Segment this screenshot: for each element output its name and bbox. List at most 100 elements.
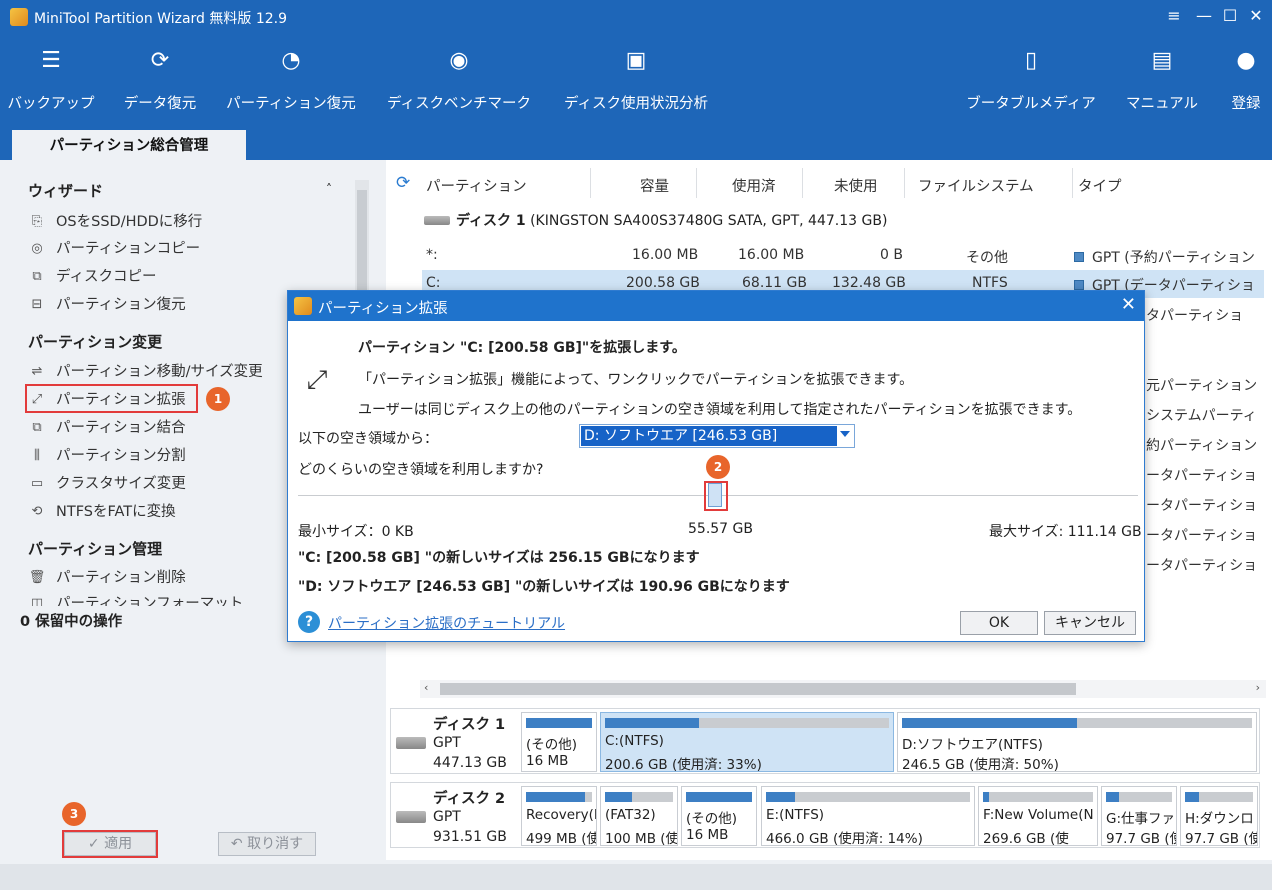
app-window: MiniTool Partition Wizard 無料版 12.9 ≡ — ☐…: [0, 0, 1272, 890]
minimize-icon[interactable]: —: [1192, 5, 1216, 27]
step-badge-1: 1: [206, 387, 230, 411]
data-recovery-icon: ⟳: [150, 48, 170, 73]
cancel-button[interactable]: キャンセル: [1044, 611, 1136, 635]
toolbar-partition-recovery[interactable]: ◔ パーティション復元: [218, 34, 364, 130]
horizontal-scrollbar[interactable]: ‹ ›: [420, 680, 1266, 698]
row-type-partial: ータパーティショ: [1146, 498, 1258, 514]
dropdown-arrow-icon: [840, 431, 850, 437]
col-header-type[interactable]: タイプ: [1078, 175, 1122, 196]
scroll-right-icon[interactable]: ›: [1256, 681, 1260, 694]
dialog-logo-icon: [294, 297, 312, 315]
col-header-used[interactable]: 使用済: [732, 175, 776, 196]
extend-partition-dialog: パーティション拡張 ✕ ⤢ パーティション "C: [200.58 GB]"を拡…: [287, 290, 1145, 642]
sidebar-item-ntfs-to-fat[interactable]: ⟲ NTFSをFATに変換: [28, 500, 176, 524]
dialog-title-bar: パーティション拡張 ✕: [288, 291, 1144, 321]
usage-fill: [902, 718, 1077, 728]
toolbar-bootable-media[interactable]: ▯ ブータブルメディア: [958, 34, 1104, 130]
sidebar-item-format-partition[interactable]: ◫ パーティションフォーマット: [28, 592, 243, 606]
usage-fill: [1185, 792, 1199, 802]
ok-button[interactable]: OK: [960, 611, 1038, 635]
section-wizard-title: ウィザード: [28, 182, 104, 200]
sidebar-item-move-resize[interactable]: ⇌ パーティション移動/サイズ変更: [28, 360, 263, 384]
highlight-box-extend: [25, 384, 198, 413]
min-size-label: 最小サイズ：0 KB: [298, 524, 414, 540]
dialog-heading: パーティション "C: [200.58 GB]"を拡張します。: [358, 340, 686, 356]
sidebar-item-partition-copy[interactable]: ◎ パーティションコピー: [28, 237, 200, 261]
partition-copy-icon: ◎: [31, 241, 43, 256]
partition-block[interactable]: H:ダウンロ 97.7 GB (使: [1180, 786, 1258, 846]
horizontal-scroll-thumb[interactable]: [440, 683, 1076, 695]
row-type-partial: ータパーティショ: [1146, 528, 1258, 544]
toolbar-disk-usage[interactable]: ▣ ディスク使用状況分析: [554, 34, 718, 130]
partition-block[interactable]: (その他) 16 MB: [521, 712, 597, 772]
toolbar-data-recovery[interactable]: ⟳ データ復元: [114, 34, 206, 130]
usage-fill: [686, 792, 752, 802]
col-header-unused[interactable]: 未使用: [834, 175, 878, 196]
sidebar-item-merge-partition[interactable]: ⧉ パーティション結合: [28, 416, 185, 440]
tutorial-link[interactable]: パーティション拡張のチュートリアル: [328, 613, 565, 633]
partition-block[interactable]: (FAT32) 100 MB (使: [600, 786, 678, 846]
partition-block[interactable]: (その他) 16 MB: [681, 786, 757, 846]
disk1-row[interactable]: ディスク 1 (KINGSTON SA400S37480G SATA, GPT,…: [424, 210, 887, 230]
sidebar-item-cluster-size[interactable]: ▭ クラスタサイズ変更: [28, 472, 186, 496]
dialog-desc-2: ユーザーは同じディスク上の他のパーティションの空き領域を利用して指定されたパーテ…: [358, 402, 1082, 418]
table-row[interactable]: *: 16.00 MB 16.00 MB 0 B その他 GPT (予約パーティ…: [422, 242, 1264, 270]
toolbar-disk-benchmark[interactable]: ◉ ディスクベンチマーク: [378, 34, 540, 130]
dialog-close-icon[interactable]: ✕: [1121, 294, 1136, 315]
toolbar-backup[interactable]: ☰ バックアップ: [0, 34, 102, 130]
close-icon[interactable]: ✕: [1244, 5, 1268, 27]
help-icon[interactable]: ?: [298, 611, 320, 633]
refresh-icon[interactable]: ⟳: [396, 173, 410, 193]
row-type-partial: 約パーティション: [1146, 438, 1258, 454]
sidebar-item-split-partition[interactable]: ⫼ パーティション分割: [28, 444, 186, 468]
sidebar-item-migrate-os[interactable]: ⎘ OSをSSD/HDDに移行: [28, 210, 203, 234]
register-icon: ●: [1236, 48, 1256, 73]
usage-fill: [983, 792, 989, 802]
partition-recovery-icon: ◔: [281, 48, 301, 73]
col-header-filesystem[interactable]: ファイルシステム: [918, 175, 1034, 196]
disk-map-disk2[interactable]: ディスク 2 GPT 931.51 GB Recovery(N 499 MB (使…: [390, 782, 1260, 848]
extend-icon: ⤢: [306, 365, 328, 395]
tab-partition-management[interactable]: パーティション総合管理: [12, 130, 246, 160]
col-header-partition[interactable]: パーティション: [426, 175, 527, 196]
partition-type-icon: [1074, 252, 1084, 262]
sidebar-item-delete-partition[interactable]: 🗑 パーティション削除: [28, 566, 186, 590]
d-new-size-text: "D: ソフトウエア [246.53 GB] "の新しいサイズは 190.96 …: [298, 579, 790, 595]
bootable-media-icon: ▯: [1024, 48, 1038, 73]
col-header-capacity[interactable]: 容量: [640, 175, 669, 196]
pending-operations: 0 保留中の操作: [20, 614, 123, 630]
scroll-left-icon[interactable]: ‹: [424, 681, 428, 694]
manual-icon: ▤: [1151, 48, 1173, 73]
partition-block-selected[interactable]: C:(NTFS) 200.6 GB (使用済: 33%): [600, 712, 894, 772]
toolbar-register[interactable]: ● 登録: [1220, 34, 1272, 130]
undo-button[interactable]: ↶ 取り消す: [218, 832, 316, 856]
disk-benchmark-icon: ◉: [449, 48, 469, 73]
toolbar-manual[interactable]: ▤ マニュアル: [1118, 34, 1206, 130]
sidebar-item-partition-recovery[interactable]: ⊟ パーティション復元: [28, 293, 186, 317]
collapse-chevron-icon[interactable]: ˄: [326, 182, 332, 196]
backup-icon: ☰: [41, 48, 61, 73]
usage-fill: [526, 718, 592, 728]
partition-block[interactable]: Recovery(N 499 MB (使: [521, 786, 597, 846]
menu-icon[interactable]: ≡: [1162, 5, 1186, 27]
partition-recovery-small-icon: ⊟: [31, 297, 43, 312]
disk-icon: [424, 216, 450, 225]
highlight-box-apply: [62, 830, 158, 858]
maximize-icon[interactable]: ☐: [1218, 5, 1242, 27]
toolbar: ☰ バックアップ ⟳ データ復元 ◔ パーティション復元 ◉ ディスクベンチマー…: [0, 34, 1272, 130]
disk-usage-icon: ▣: [625, 48, 647, 73]
col-separator: [590, 168, 591, 198]
col-separator: [802, 168, 803, 198]
free-space-source-select[interactable]: D: ソフトウエア [246.53 GB]: [579, 424, 855, 448]
highlight-box-slider: [704, 481, 728, 511]
sidebar-item-disk-copy[interactable]: ⧉ ディスクコピー: [28, 265, 156, 289]
selected-size-label: 55.57 GB: [688, 521, 753, 537]
disk-copy-icon: ⧉: [32, 269, 42, 284]
partition-block[interactable]: F:New Volume(N 269.6 GB (使: [978, 786, 1098, 846]
disk-map-disk1[interactable]: ディスク 1 GPT 447.13 GB (その他) 16 MB C:(NTFS)…: [390, 708, 1260, 774]
dialog-desc-1: 「パーティション拡張」機能によって、ワンクリックでパーティションを拡張できます。: [358, 372, 914, 388]
partition-block[interactable]: D:ソフトウエア(NTFS) 246.5 GB (使用済: 50%): [897, 712, 1257, 772]
partition-block[interactable]: G:仕事ファ 97.7 GB (使: [1101, 786, 1177, 846]
partition-block[interactable]: E:(NTFS) 466.0 GB (使用済: 14%): [761, 786, 975, 846]
partition-type-icon: [1074, 280, 1084, 290]
